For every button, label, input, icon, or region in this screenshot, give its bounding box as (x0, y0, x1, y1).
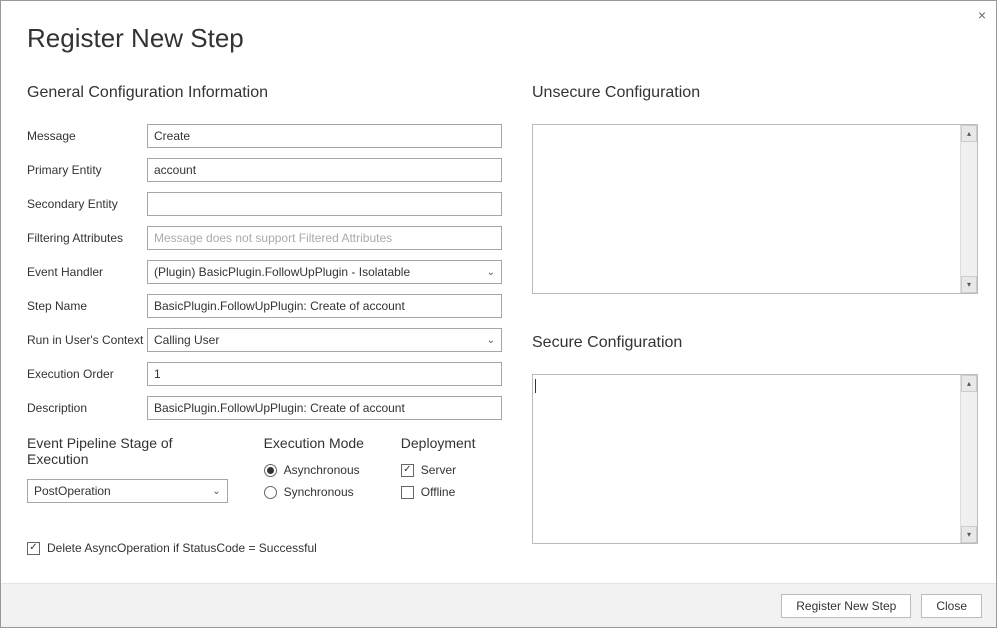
run-context-value: Calling User (154, 333, 219, 347)
execution-mode-heading: Execution Mode (264, 435, 365, 451)
scrollbar[interactable]: ▴ ▾ (960, 375, 977, 543)
server-label: Server (421, 463, 456, 477)
radio-icon (264, 464, 277, 477)
close-icon[interactable]: × (978, 7, 986, 23)
synchronous-label: Synchronous (284, 485, 354, 499)
step-name-label: Step Name (27, 299, 147, 313)
general-heading: General Configuration Information (27, 84, 502, 102)
deployment-heading: Deployment (401, 435, 502, 451)
run-context-label: Run in User's Context (27, 333, 147, 347)
unsecure-config-textarea[interactable] (533, 125, 960, 293)
register-new-step-button[interactable]: Register New Step (781, 594, 911, 618)
execution-order-input[interactable] (147, 362, 502, 386)
pipeline-stage-select[interactable]: PostOperation ⌄ (27, 479, 228, 503)
offline-label: Offline (421, 485, 455, 499)
primary-entity-input[interactable] (147, 158, 502, 182)
filtering-attributes-label: Filtering Attributes (27, 231, 147, 245)
radio-icon (264, 486, 277, 499)
unsecure-heading: Unsecure Configuration (532, 84, 978, 102)
event-handler-select[interactable]: (Plugin) BasicPlugin.FollowUpPlugin - Is… (147, 260, 502, 284)
scroll-down-icon[interactable]: ▾ (961, 276, 977, 293)
chevron-down-icon: ⌄ (487, 335, 495, 346)
checkbox-icon (401, 486, 414, 499)
server-checkbox[interactable]: ✓ Server (401, 463, 502, 477)
scroll-up-icon[interactable]: ▴ (961, 125, 977, 142)
secure-config-textarea[interactable] (533, 375, 960, 543)
checkbox-icon: ✓ (27, 542, 40, 555)
chevron-down-icon: ⌄ (212, 486, 220, 497)
primary-entity-label: Primary Entity (27, 163, 147, 177)
scrollbar[interactable]: ▴ ▾ (960, 125, 977, 293)
event-handler-value: (Plugin) BasicPlugin.FollowUpPlugin - Is… (154, 265, 410, 279)
secondary-entity-label: Secondary Entity (27, 197, 147, 211)
message-label: Message (27, 129, 147, 143)
execution-order-label: Execution Order (27, 367, 147, 381)
synchronous-radio[interactable]: Synchronous (264, 485, 365, 499)
delete-async-label: Delete AsyncOperation if StatusCode = Su… (47, 541, 317, 555)
step-name-input[interactable] (147, 294, 502, 318)
asynchronous-radio[interactable]: Asynchronous (264, 463, 365, 477)
chevron-down-icon: ⌄ (487, 267, 495, 278)
delete-async-checkbox[interactable]: ✓ Delete AsyncOperation if StatusCode = … (27, 541, 502, 555)
secondary-entity-input[interactable] (147, 192, 502, 216)
message-input[interactable] (147, 124, 502, 148)
pipeline-stage-value: PostOperation (34, 484, 111, 498)
secure-heading: Secure Configuration (532, 334, 978, 352)
dialog-title: Register New Step (1, 1, 996, 54)
filtering-attributes-input[interactable] (147, 226, 502, 250)
event-handler-label: Event Handler (27, 265, 147, 279)
dialog-footer: Register New Step Close (1, 583, 996, 627)
pipeline-heading: Event Pipeline Stage of Execution (27, 435, 228, 467)
scroll-up-icon[interactable]: ▴ (961, 375, 977, 392)
asynchronous-label: Asynchronous (284, 463, 360, 477)
scroll-down-icon[interactable]: ▾ (961, 526, 977, 543)
close-button[interactable]: Close (921, 594, 982, 618)
offline-checkbox[interactable]: Offline (401, 485, 502, 499)
run-context-select[interactable]: Calling User ⌄ (147, 328, 502, 352)
description-input[interactable] (147, 396, 502, 420)
description-label: Description (27, 401, 147, 415)
checkbox-icon: ✓ (401, 464, 414, 477)
